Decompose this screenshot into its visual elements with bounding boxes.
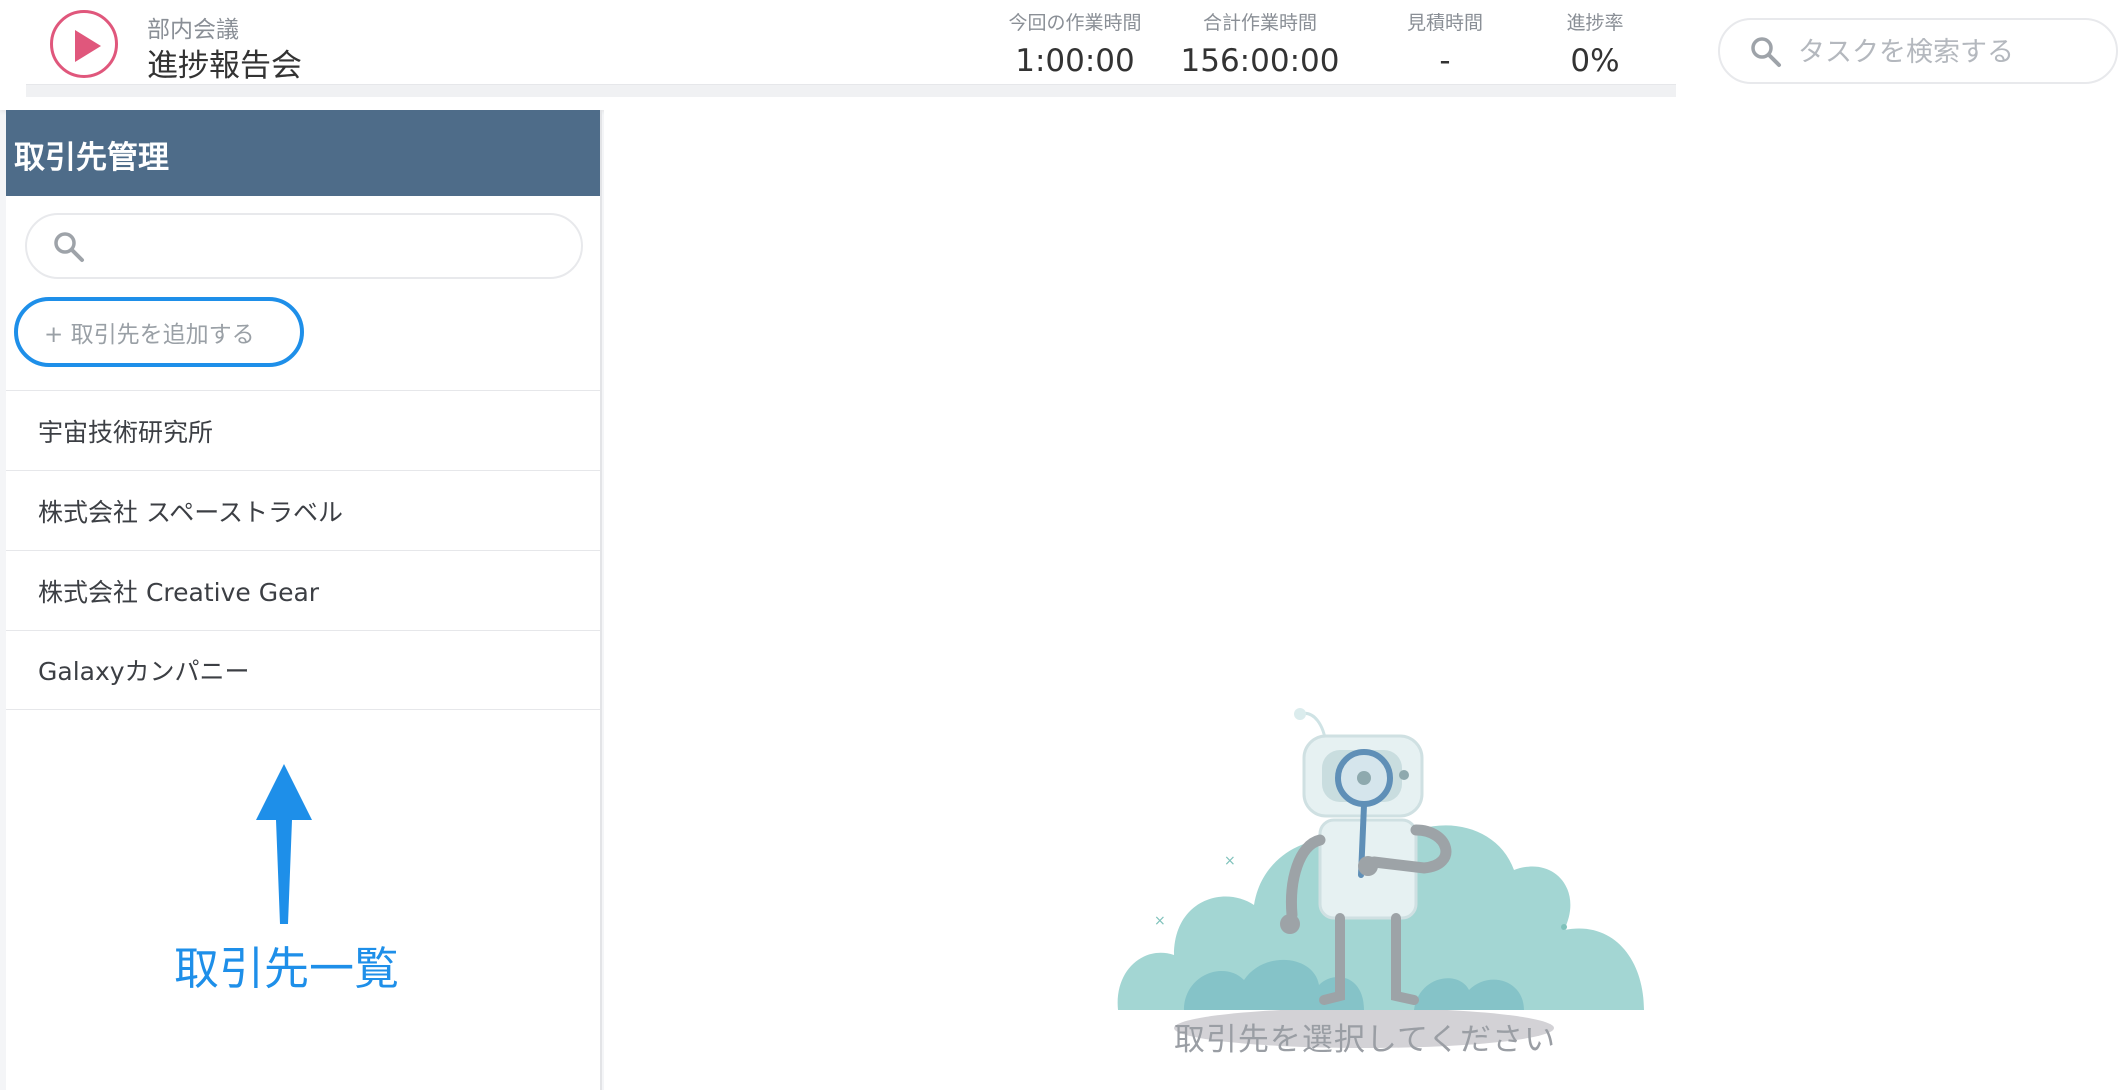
client-search-input[interactable]	[97, 225, 561, 269]
svg-text:×: ×	[1224, 853, 1236, 869]
top-header: 部内会議 進捗報告会 今回の作業時間 1:00:00 合計作業時間 156:00…	[0, 0, 2126, 110]
stat-value: 0%	[1570, 43, 1620, 79]
stat-label: 見積時間	[1406, 12, 1483, 34]
stat-value: 1:00:00	[1015, 43, 1135, 79]
sidebar-header: 取引先管理	[6, 110, 600, 196]
stat-label: 進捗率	[1566, 12, 1624, 34]
main-panel: × × 取引先を選択してください	[604, 110, 2126, 1090]
project-category: 部内会議	[147, 17, 239, 43]
client-list-item[interactable]: Galaxyカンパニー	[6, 630, 600, 710]
stat-label: 合計作業時間	[1202, 12, 1317, 34]
stat-current-time: 今回の作業時間 1:00:00	[1000, 8, 1150, 79]
client-search-box[interactable]	[25, 213, 583, 279]
stat-progress: 進捗率 0%	[1545, 8, 1645, 79]
add-client-button[interactable]: + 取引先を追加する	[14, 297, 304, 367]
svg-text:×: ×	[1154, 913, 1166, 929]
header-divider	[26, 84, 1676, 97]
stat-total-time: 合計作業時間 156:00:00	[1180, 8, 1340, 79]
arrow-up-icon	[256, 764, 312, 924]
task-search-box[interactable]	[1718, 18, 2118, 84]
annotation-label: 取引先一覧	[174, 942, 400, 995]
search-icon	[54, 232, 84, 262]
play-button[interactable]	[50, 10, 118, 78]
play-icon	[75, 30, 101, 62]
add-client-label: + 取引先を追加する	[44, 322, 255, 348]
search-icon	[1751, 37, 1781, 67]
client-sidebar: 取引先管理 + 取引先を追加する 宇宙技術研究所 株式会社 スペーストラベル 株…	[6, 110, 602, 1090]
client-list-item[interactable]: 宇宙技術研究所	[6, 390, 600, 470]
stat-label: 今回の作業時間	[1008, 12, 1142, 34]
client-list-item[interactable]: 株式会社 スペーストラベル	[6, 470, 600, 550]
project-name: 進捗報告会	[147, 48, 302, 84]
stat-value: -	[1439, 43, 1451, 79]
empty-state-message: 取引先を選択してください	[1173, 1022, 1557, 1058]
robot-magnifier-illustration: × ×	[1117, 708, 1644, 1048]
client-list-item[interactable]: 株式会社 Creative Gear	[6, 550, 600, 630]
task-search-input[interactable]	[1796, 30, 2100, 74]
stat-value: 156:00:00	[1180, 43, 1340, 79]
sidebar-title: 取引先管理	[14, 140, 169, 176]
stat-estimate-time: 見積時間 -	[1390, 8, 1500, 79]
client-list: 宇宙技術研究所 株式会社 スペーストラベル 株式会社 Creative Gear…	[6, 390, 600, 710]
